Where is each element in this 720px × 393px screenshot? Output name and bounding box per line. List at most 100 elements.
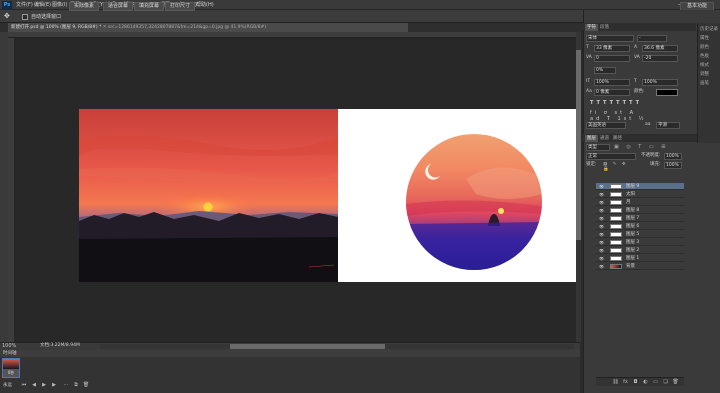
fx-icon[interactable]: fx <box>622 379 629 385</box>
folder-icon[interactable]: ▭ <box>652 379 659 385</box>
tab-character[interactable]: 字符 <box>585 24 598 31</box>
visibility-eye-icon[interactable]: 👁 <box>599 247 604 254</box>
horizontal-scale-field[interactable]: 100% <box>642 79 678 86</box>
menu-item-10[interactable]: 帮助(H) <box>196 1 214 9</box>
opentype-buttons[interactable]: fi σ st A ad T 1st ½ <box>590 110 650 122</box>
font-size-field[interactable]: 33 像素 <box>594 45 630 52</box>
tab-document[interactable]: 新建打开.psd @ 100% (图层 9, RGB/8#) * ✕ src=1… <box>8 23 408 32</box>
menu-item-1[interactable]: 编辑(E) <box>34 1 51 9</box>
layer-filter-select[interactable]: 类型 <box>586 144 610 151</box>
layer-thumbnail <box>610 184 622 189</box>
collapsed-panel-5[interactable]: 调整 <box>700 71 718 78</box>
loop-select[interactable]: 永远 <box>3 383 12 389</box>
layer-row[interactable]: 👁 图层 6 <box>596 223 684 230</box>
layer-row[interactable]: 👁 图层 7 <box>596 215 684 222</box>
sunset-photo[interactable] <box>79 109 338 282</box>
collapsed-panel-0[interactable]: 历史记录 <box>700 26 718 33</box>
visibility-eye-icon[interactable]: 👁 <box>599 207 604 214</box>
doc-size-info[interactable]: 文档:3.22M/8.94M <box>40 343 80 349</box>
visibility-eye-icon[interactable]: 👁 <box>599 231 604 238</box>
layer-name: 图层 6 <box>626 224 640 229</box>
circle-composition[interactable] <box>406 134 542 270</box>
horizontal-scale-icon: T <box>634 79 637 84</box>
layer-row[interactable]: 👁 图层 5 <box>596 231 684 238</box>
language-select[interactable]: 美国英语 <box>586 122 626 129</box>
layer-thumbnail <box>610 264 622 269</box>
tab-layers[interactable]: 图层 <box>585 135 598 142</box>
duplicate-frame-icon[interactable]: ⧉ <box>72 382 80 389</box>
layer-row[interactable]: 👁 背景 <box>596 263 684 270</box>
visibility-eye-icon[interactable]: 👁 <box>599 263 604 270</box>
font-style-select[interactable]: - <box>637 35 667 42</box>
tween-icon[interactable]: ⋯ <box>62 382 70 389</box>
layer-row[interactable]: 👁 图层 3 <box>596 239 684 246</box>
kerning-field[interactable]: 0 <box>594 55 630 62</box>
percent-field[interactable]: 0% <box>594 67 616 74</box>
baseline-field[interactable]: 0 像素 <box>594 89 630 96</box>
fit-screen-button[interactable]: 适合屏幕 <box>103 2 134 11</box>
mask-icon[interactable]: ◘ <box>632 379 639 385</box>
first-frame-icon[interactable]: ⏮ <box>20 382 28 389</box>
layer-name: 图层 8 <box>626 208 640 213</box>
print-size-button[interactable]: 打印尺寸 <box>165 2 196 11</box>
layer-row[interactable]: 👁 图层 2 <box>596 247 684 254</box>
move-tool-icon[interactable]: ✥ <box>4 12 14 21</box>
layer-filter-icons[interactable]: ▣ ◎ T ▭ ⊞ <box>614 144 674 151</box>
visibility-eye-icon[interactable]: 👁 <box>599 183 604 190</box>
visibility-eye-icon[interactable]: 👁 <box>599 223 604 230</box>
link-icon[interactable]: ⛓ <box>612 379 619 385</box>
layer-row[interactable]: 👁 月 <box>596 199 684 206</box>
vertical-scale-field[interactable]: 100% <box>594 79 630 86</box>
layer-row[interactable]: 👁 太阳 <box>596 191 684 198</box>
tab-channels[interactable]: 通道 <box>598 135 611 142</box>
collapsed-panel-1[interactable]: 属性 <box>700 35 718 42</box>
document-second-tab[interactable]: src=1286149357,3242807887&fm=214&gp=0.jp… <box>108 25 266 30</box>
layer-row[interactable]: 👁 图层 1 <box>596 255 684 262</box>
trash-icon[interactable]: 🗑 <box>672 379 679 385</box>
menu-item-2[interactable]: 图像(I) <box>52 1 67 9</box>
text-color-swatch[interactable] <box>656 89 678 96</box>
frame-thumbnail <box>3 359 19 369</box>
visibility-eye-icon[interactable]: 👁 <box>599 199 604 206</box>
tracking-icon: VA <box>634 55 640 60</box>
new-layer-icon[interactable]: ❏ <box>662 379 669 385</box>
delete-frame-icon[interactable]: 🗑 <box>82 382 90 389</box>
vertical-scroll-thumb[interactable] <box>576 50 581 240</box>
play-icon[interactable]: ▶ <box>40 382 48 389</box>
text-style-buttons[interactable]: TTTTTTTT <box>590 100 682 108</box>
layer-thumbnail <box>610 224 622 229</box>
lock-icons[interactable]: ▦ ✎ ✥ 🔒 <box>603 162 633 172</box>
prev-frame-icon[interactable]: ◀ <box>30 382 38 389</box>
horizontal-scroll-thumb[interactable] <box>230 344 385 349</box>
layer-row[interactable]: 👁 图层 9 <box>596 183 684 190</box>
visibility-eye-icon[interactable]: 👁 <box>599 191 604 198</box>
menu-item-0[interactable]: 文件(F) <box>16 1 33 9</box>
kerning-icon: VA <box>586 55 592 60</box>
blend-mode-select[interactable]: 正常 <box>586 153 636 160</box>
collapsed-panel-2[interactable]: 颜色 <box>700 44 718 51</box>
auto-select-checkbox[interactable] <box>22 14 28 20</box>
visibility-eye-icon[interactable]: 👁 <box>599 239 604 246</box>
zoom-level[interactable]: 100% <box>2 343 16 349</box>
visibility-eye-icon[interactable]: 👁 <box>599 255 604 262</box>
layer-thumbnail <box>610 192 622 197</box>
layer-row[interactable]: 👁 图层 8 <box>596 207 684 214</box>
layer-name: 太阳 <box>626 192 635 197</box>
tab-paragraph[interactable]: 段落 <box>598 24 611 31</box>
opacity-field[interactable]: 100% <box>664 153 682 160</box>
adjust-icon[interactable]: ◐ <box>642 379 649 385</box>
antialias-select[interactable]: 平滑 <box>656 122 680 129</box>
fill-field[interactable]: 100% <box>664 162 682 169</box>
actual-pixels-button[interactable]: 实际像素 <box>69 2 100 11</box>
next-frame-icon[interactable]: ▶ <box>50 382 58 389</box>
timeline-frame[interactable]: 0秒 <box>2 358 20 378</box>
fill-screen-button[interactable]: 填充屏幕 <box>134 2 165 11</box>
visibility-eye-icon[interactable]: 👁 <box>599 215 604 222</box>
tab-paths[interactable]: 路径 <box>611 135 624 142</box>
font-family-select[interactable]: 宋体 <box>586 35 634 42</box>
collapsed-panel-4[interactable]: 样式 <box>700 62 718 69</box>
tracking-field[interactable]: -20 <box>642 55 678 62</box>
collapsed-panel-3[interactable]: 色板 <box>700 53 718 60</box>
collapsed-panel-6[interactable]: 画笔 <box>700 80 718 87</box>
leading-field[interactable]: 36.6 像素 <box>642 45 678 52</box>
